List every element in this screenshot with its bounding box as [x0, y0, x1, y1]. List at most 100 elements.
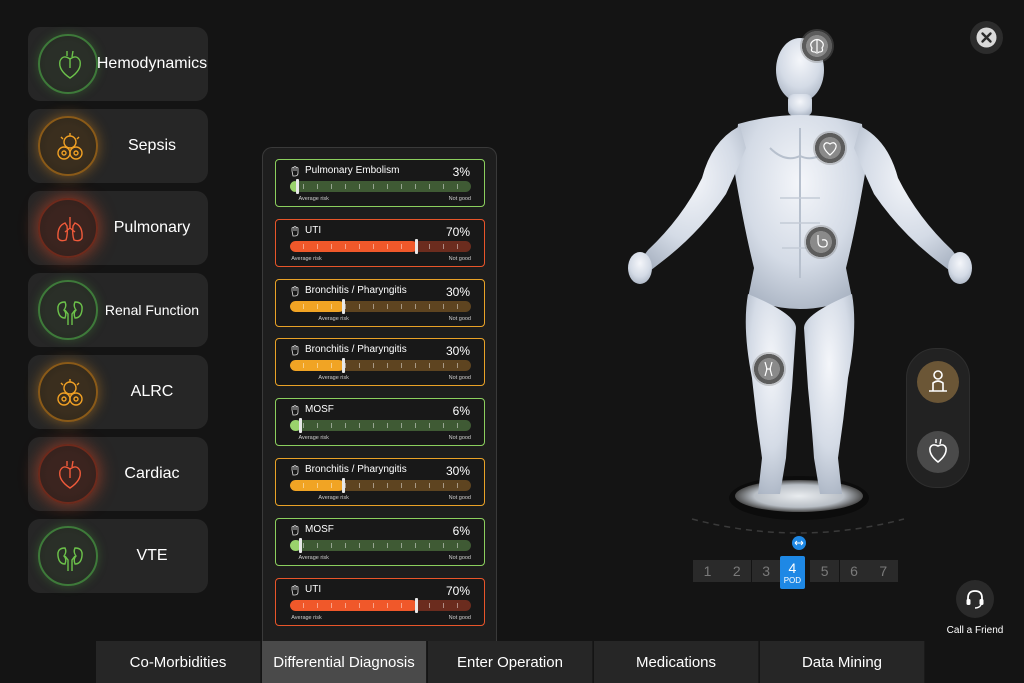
hand-icon	[291, 166, 299, 177]
sidebar-item-pulmonary[interactable]: Pulmonary	[28, 191, 208, 265]
risk-bar-ticks	[290, 303, 471, 309]
differential-diagnosis-panel: Pulmonary Embolism 3% Average risk Not good…	[262, 147, 497, 641]
tab-differential-diagnosis[interactable]: Differential Diagnosis	[262, 641, 427, 683]
average-risk-label: Average risk	[298, 196, 329, 202]
kidney-icon	[57, 547, 83, 571]
close-icon	[976, 27, 997, 48]
risk-bar	[290, 539, 471, 551]
call-a-friend-label: Call a Friend	[946, 625, 1004, 636]
diagnosis-name: Bronchitis / Pharyngitis	[305, 284, 407, 296]
diagnosis-card[interactable]: Bronchitis / Pharyngitis 30% Average risk N…	[275, 278, 485, 327]
call-a-friend-button[interactable]	[956, 580, 994, 618]
sidebar-item-label: Renal Function	[104, 302, 200, 318]
hand-icon	[291, 225, 299, 237]
pod-button[interactable]: 3	[751, 560, 781, 582]
risk-bar	[290, 300, 471, 312]
brain-hotspot[interactable]	[800, 29, 834, 63]
hand-icon	[291, 465, 299, 476]
status-ring	[38, 280, 98, 340]
risk-marker[interactable]	[296, 179, 299, 194]
diagnosis-percent: 70%	[445, 583, 470, 598]
heart-icon	[59, 460, 81, 489]
diagnosis-card[interactable]: UTI 70% Average risk Not good	[275, 577, 485, 626]
diagnosis-card[interactable]: Bronchitis / Pharyngitis 30% Average risk N…	[275, 338, 485, 387]
heart-icon	[59, 50, 81, 79]
risk-marker[interactable]	[298, 537, 302, 553]
heart-hotspot[interactable]	[813, 131, 847, 165]
close-button[interactable]	[970, 21, 1003, 54]
risk-bar-ticks	[290, 423, 471, 429]
sidebar-item-alrc[interactable]: ALRC	[28, 355, 208, 429]
virus-icon	[57, 133, 83, 160]
risk-bar-ticks	[290, 483, 471, 488]
risk-marker[interactable]	[342, 298, 346, 314]
diagnosis-name: Pulmonary Embolism	[305, 165, 400, 176]
tab-medications[interactable]: Medications	[594, 641, 759, 683]
pod-button-active[interactable]: 4 POD	[779, 556, 805, 589]
body-view-button[interactable]	[917, 361, 959, 403]
sidebar-item-sepsis[interactable]: Sepsis	[28, 109, 208, 183]
risk-bar	[290, 240, 471, 252]
sidebar-item-label: VTE	[136, 547, 168, 564]
diagnosis-card[interactable]: Pulmonary Embolism 3% Average risk Not good	[275, 159, 485, 207]
pod-button[interactable]: 2	[722, 560, 752, 582]
diagnosis-name: Bronchitis / Pharyngitis	[305, 344, 407, 356]
tab-co-morbidities[interactable]: Co-Morbidities	[96, 641, 261, 683]
tab-data-mining[interactable]: Data Mining	[760, 641, 925, 683]
not-good-label: Not good	[448, 614, 471, 621]
pod-number: 4	[788, 560, 797, 576]
organ-view-button[interactable]	[917, 431, 959, 473]
average-risk-label: Average risk	[291, 614, 322, 621]
average-risk-label: Average risk	[298, 435, 329, 442]
sidebar-item-label: Pulmonary	[113, 219, 191, 236]
pod-button[interactable]: 1	[693, 560, 722, 582]
sidebar-item-label: Sepsis	[127, 137, 177, 154]
diagnosis-name: UTI	[305, 583, 322, 595]
average-risk-label: Average risk	[298, 554, 329, 561]
tab-enter-operation[interactable]: Enter Operation	[428, 641, 593, 683]
diagnosis-percent: 6%	[452, 404, 470, 419]
average-risk-label: Average risk	[318, 315, 349, 322]
diagnosis-card[interactable]: MOSF 6% Average risk Not good	[275, 398, 485, 447]
pod-slider-handle[interactable]	[792, 536, 806, 550]
risk-marker[interactable]	[414, 238, 418, 254]
stomach-hotspot[interactable]	[804, 225, 838, 259]
status-ring	[38, 34, 98, 94]
hand-icon	[291, 405, 299, 416]
diagnosis-percent: 30%	[445, 284, 470, 299]
sidebar-item-renal-function[interactable]: Renal Function	[28, 273, 208, 347]
diagnosis-card[interactable]: Bronchitis / Pharyngitis 30% Average risk N…	[275, 458, 485, 506]
sidebar-item-vte[interactable]: VTE	[28, 519, 208, 593]
pod-button[interactable]: 6	[839, 560, 869, 582]
risk-marker[interactable]	[342, 358, 346, 374]
sidebar-item-cardiac[interactable]: Cardiac	[28, 437, 208, 511]
person-icon	[929, 370, 947, 392]
status-ring	[38, 116, 98, 176]
sidebar-item-hemodynamics[interactable]: Hemodynamics	[28, 27, 208, 101]
stomach-icon	[817, 235, 828, 248]
pod-button[interactable]: 7	[868, 560, 898, 582]
diagnosis-percent: 30%	[445, 464, 470, 478]
risk-bar	[290, 360, 471, 372]
diagnosis-card[interactable]: MOSF 6% Average risk Not good	[275, 517, 485, 566]
diagnosis-percent: 6%	[452, 523, 470, 538]
sidebar-item-label: Cardiac	[124, 465, 180, 482]
diagnosis-card[interactable]: UTI 70% Average risk Not good	[275, 218, 485, 267]
hand-icon	[291, 345, 299, 356]
diagnosis-name: MOSF	[305, 523, 334, 535]
risk-marker[interactable]	[414, 597, 418, 613]
not-good-label: Not good	[448, 435, 471, 442]
risk-bar-ticks	[290, 243, 471, 249]
status-ring	[38, 526, 98, 586]
pod-button[interactable]: 5	[810, 560, 840, 582]
diagnosis-name: UTI	[305, 224, 322, 236]
heart-icon	[823, 142, 837, 156]
risk-marker[interactable]	[298, 418, 302, 434]
risk-bar	[290, 181, 471, 192]
risk-marker[interactable]	[342, 478, 346, 493]
diagnosis-name: Bronchitis / Pharyngitis	[305, 464, 407, 475]
risk-bar	[290, 420, 471, 432]
heart-icon	[929, 438, 947, 464]
average-risk-label: Average risk	[318, 375, 349, 382]
knee-hotspot[interactable]	[752, 352, 786, 386]
